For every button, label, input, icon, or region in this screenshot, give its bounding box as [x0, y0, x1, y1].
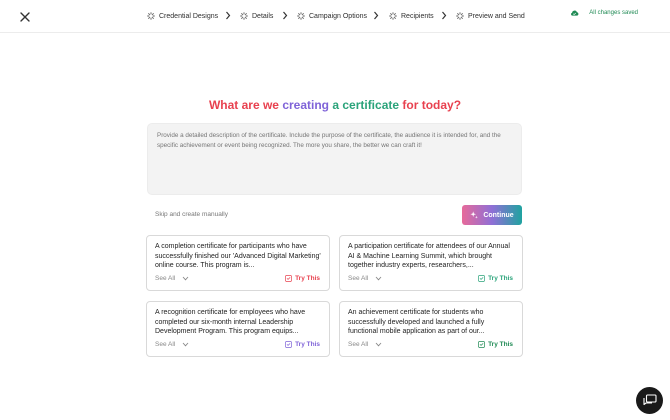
skip-and-create-manually-link[interactable]: Skip and create manually: [155, 211, 228, 218]
step-label: Recipients: [401, 12, 434, 20]
prompt-icon: [285, 341, 292, 348]
save-status-label: All changes saved: [589, 10, 638, 16]
close-button[interactable]: [19, 10, 31, 22]
cloud-check-icon: [571, 10, 579, 16]
chevron-down-icon: [182, 276, 189, 281]
see-all-label: See All: [155, 275, 176, 282]
chevron-right-icon: [442, 11, 447, 20]
suggestion-text: An achievement certificate for students …: [348, 309, 485, 335]
chevron-down-icon: [375, 276, 382, 281]
step-label: Credential Designs: [159, 12, 219, 20]
step-label: Campaign Options: [309, 12, 367, 20]
certificate-description-input[interactable]: [147, 123, 522, 195]
try-this-button[interactable]: Try This: [285, 341, 320, 348]
step-label: Preview and Send: [468, 12, 525, 20]
suggestion-card[interactable]: An achievement certificate for students …: [339, 301, 523, 357]
see-all-toggle[interactable]: See All: [348, 341, 382, 348]
chevron-right-icon: [374, 11, 379, 20]
step-credential-designs[interactable]: Credential Designs: [147, 9, 218, 23]
continue-button[interactable]: Continue: [462, 205, 522, 225]
suggestion-card[interactable]: A participation certificate for attendee…: [339, 235, 523, 291]
title-part: creating: [282, 98, 329, 112]
chevron-down-icon: [375, 342, 382, 347]
prompt-icon: [285, 275, 292, 282]
try-this-label: Try This: [488, 341, 513, 348]
title-part: What are we: [208, 98, 283, 112]
try-this-button[interactable]: Try This: [478, 275, 513, 282]
suggestion-text: A completion certificate for participant…: [155, 243, 321, 269]
try-this-button[interactable]: Try This: [285, 275, 320, 282]
sparkle-icon: [470, 211, 479, 219]
save-status: All changes saved: [570, 10, 638, 16]
continue-label: Continue: [483, 211, 514, 219]
chat-button[interactable]: [636, 387, 663, 414]
chevron-right-icon: [226, 11, 231, 20]
see-all-toggle[interactable]: See All: [155, 275, 189, 282]
loader-icon: [297, 12, 305, 20]
close-icon: [20, 12, 30, 22]
see-all-label: See All: [348, 275, 369, 282]
step-recipients[interactable]: Recipients: [389, 9, 434, 23]
loader-icon: [240, 12, 248, 20]
step-preview-and-send[interactable]: Preview and Send: [456, 9, 525, 23]
try-this-label: Try This: [295, 341, 320, 348]
prompt-icon: [478, 341, 485, 348]
see-all-toggle[interactable]: See All: [348, 275, 382, 282]
see-all-toggle[interactable]: See All: [155, 341, 189, 348]
title-part: for today?: [399, 98, 462, 112]
see-all-label: See All: [155, 341, 176, 348]
see-all-label: See All: [348, 341, 369, 348]
page-title: What are we creating a certificate for t…: [0, 98, 670, 112]
chat-icon: [642, 394, 657, 406]
loader-icon: [389, 12, 397, 20]
try-this-label: Try This: [295, 275, 320, 282]
loader-icon: [456, 12, 464, 20]
prompt-icon: [478, 275, 485, 282]
chevron-down-icon: [182, 342, 189, 347]
try-this-label: Try This: [488, 275, 513, 282]
step-campaign-options[interactable]: Campaign Options: [297, 9, 367, 23]
step-label: Details: [252, 12, 274, 20]
suggestion-text: A recognition certificate for employees …: [155, 309, 306, 335]
try-this-button[interactable]: Try This: [478, 341, 513, 348]
suggestion-card[interactable]: A recognition certificate for employees …: [146, 301, 330, 357]
step-details[interactable]: Details: [240, 9, 273, 23]
chevron-right-icon: [283, 11, 288, 20]
suggestion-card[interactable]: A completion certificate for participant…: [146, 235, 330, 291]
title-part: a certificate: [329, 98, 400, 112]
loader-icon: [147, 12, 155, 20]
top-bar: Credential Designs Details Campaign Opti…: [0, 0, 670, 33]
suggestion-text: A participation certificate for attendee…: [348, 243, 510, 269]
